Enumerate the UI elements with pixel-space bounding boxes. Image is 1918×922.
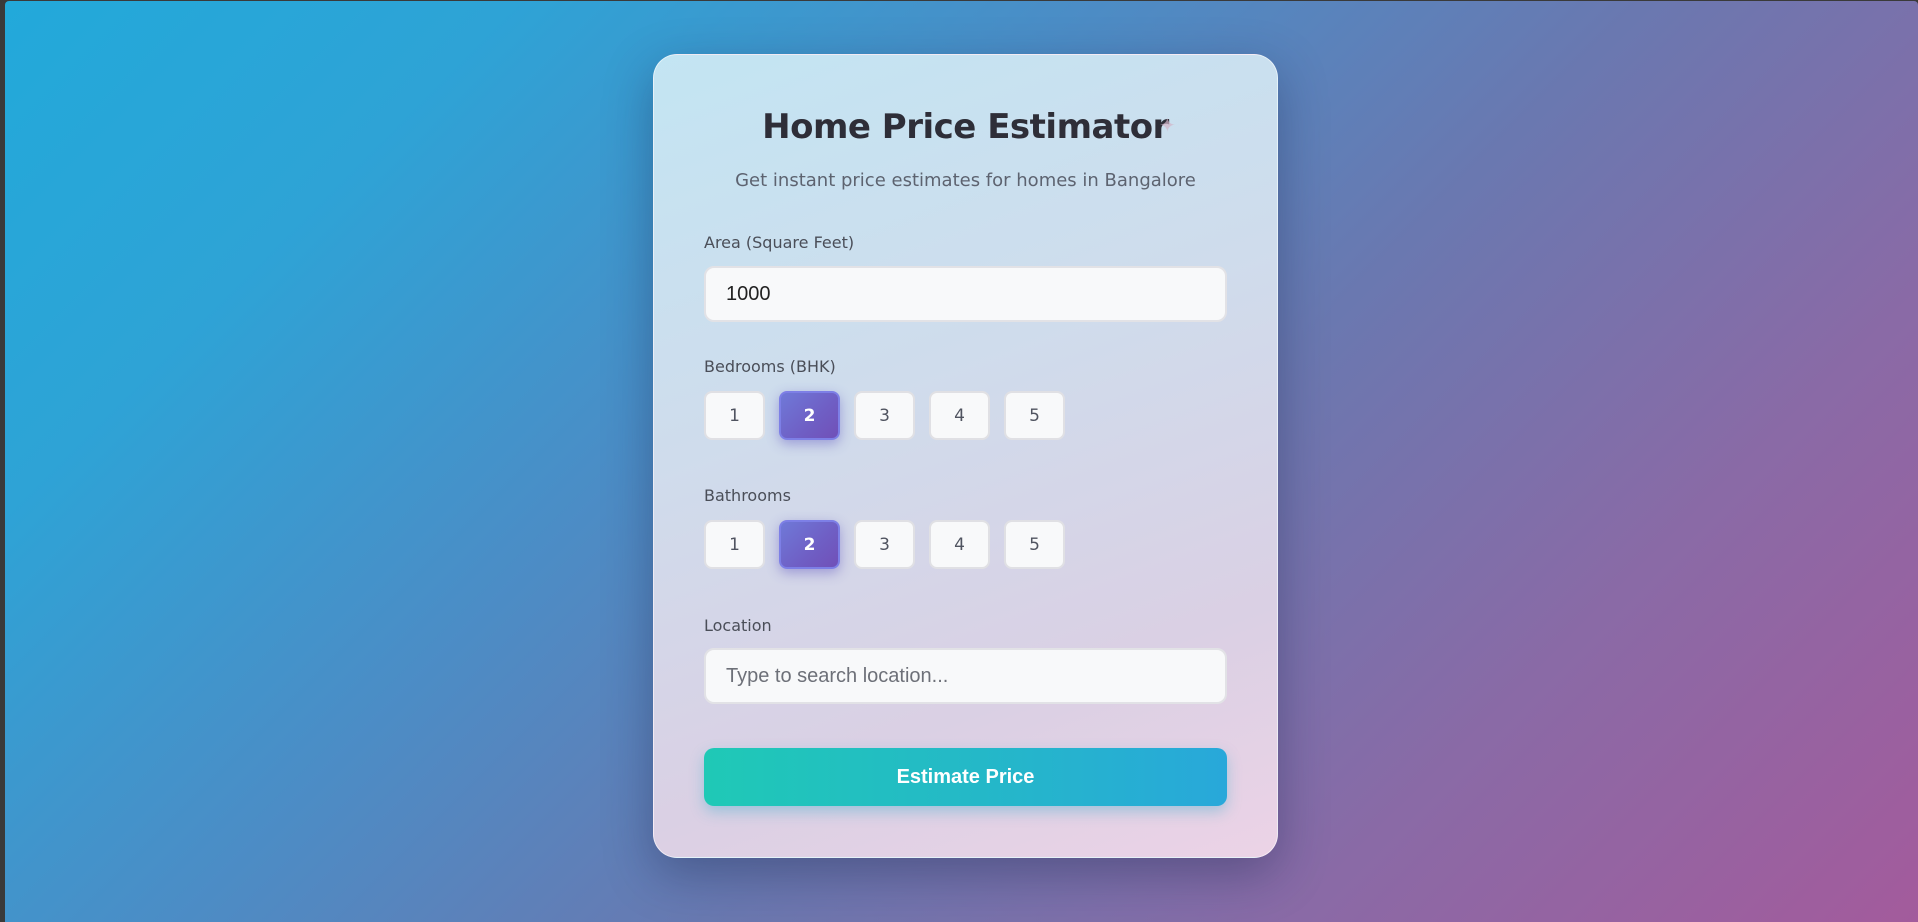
area-input[interactable] bbox=[704, 266, 1227, 322]
estimator-card: Home Price Estimator ✦ Get instant price… bbox=[653, 54, 1278, 858]
bathrooms-option-3[interactable]: 3 bbox=[854, 520, 915, 569]
location-label: Location bbox=[704, 616, 772, 635]
bedrooms-option-5[interactable]: 5 bbox=[1004, 391, 1065, 440]
bathrooms-option-5[interactable]: 5 bbox=[1004, 520, 1065, 569]
area-label: Area (Square Feet) bbox=[704, 233, 855, 252]
bedrooms-option-4[interactable]: 4 bbox=[929, 391, 990, 440]
page-background: Home Price Estimator ✦ Get instant price… bbox=[5, 1, 1918, 922]
page-title: Home Price Estimator bbox=[762, 107, 1169, 147]
sparkle-icon: ✦ bbox=[1159, 115, 1176, 137]
bathrooms-option-4[interactable]: 4 bbox=[929, 520, 990, 569]
bedrooms-option-1[interactable]: 1 bbox=[704, 391, 765, 440]
location-search-input[interactable] bbox=[704, 648, 1227, 704]
bedrooms-label: Bedrooms (BHK) bbox=[704, 357, 836, 376]
bedrooms-option-2[interactable]: 2 bbox=[779, 391, 840, 440]
bathrooms-label: Bathrooms bbox=[704, 486, 791, 505]
title-row: Home Price Estimator bbox=[654, 107, 1277, 147]
page-subtitle: Get instant price estimates for homes in… bbox=[735, 170, 1196, 191]
estimate-price-button[interactable]: Estimate Price bbox=[704, 748, 1227, 806]
bathrooms-option-1[interactable]: 1 bbox=[704, 520, 765, 569]
bathrooms-option-2[interactable]: 2 bbox=[779, 520, 840, 569]
bedrooms-option-3[interactable]: 3 bbox=[854, 391, 915, 440]
